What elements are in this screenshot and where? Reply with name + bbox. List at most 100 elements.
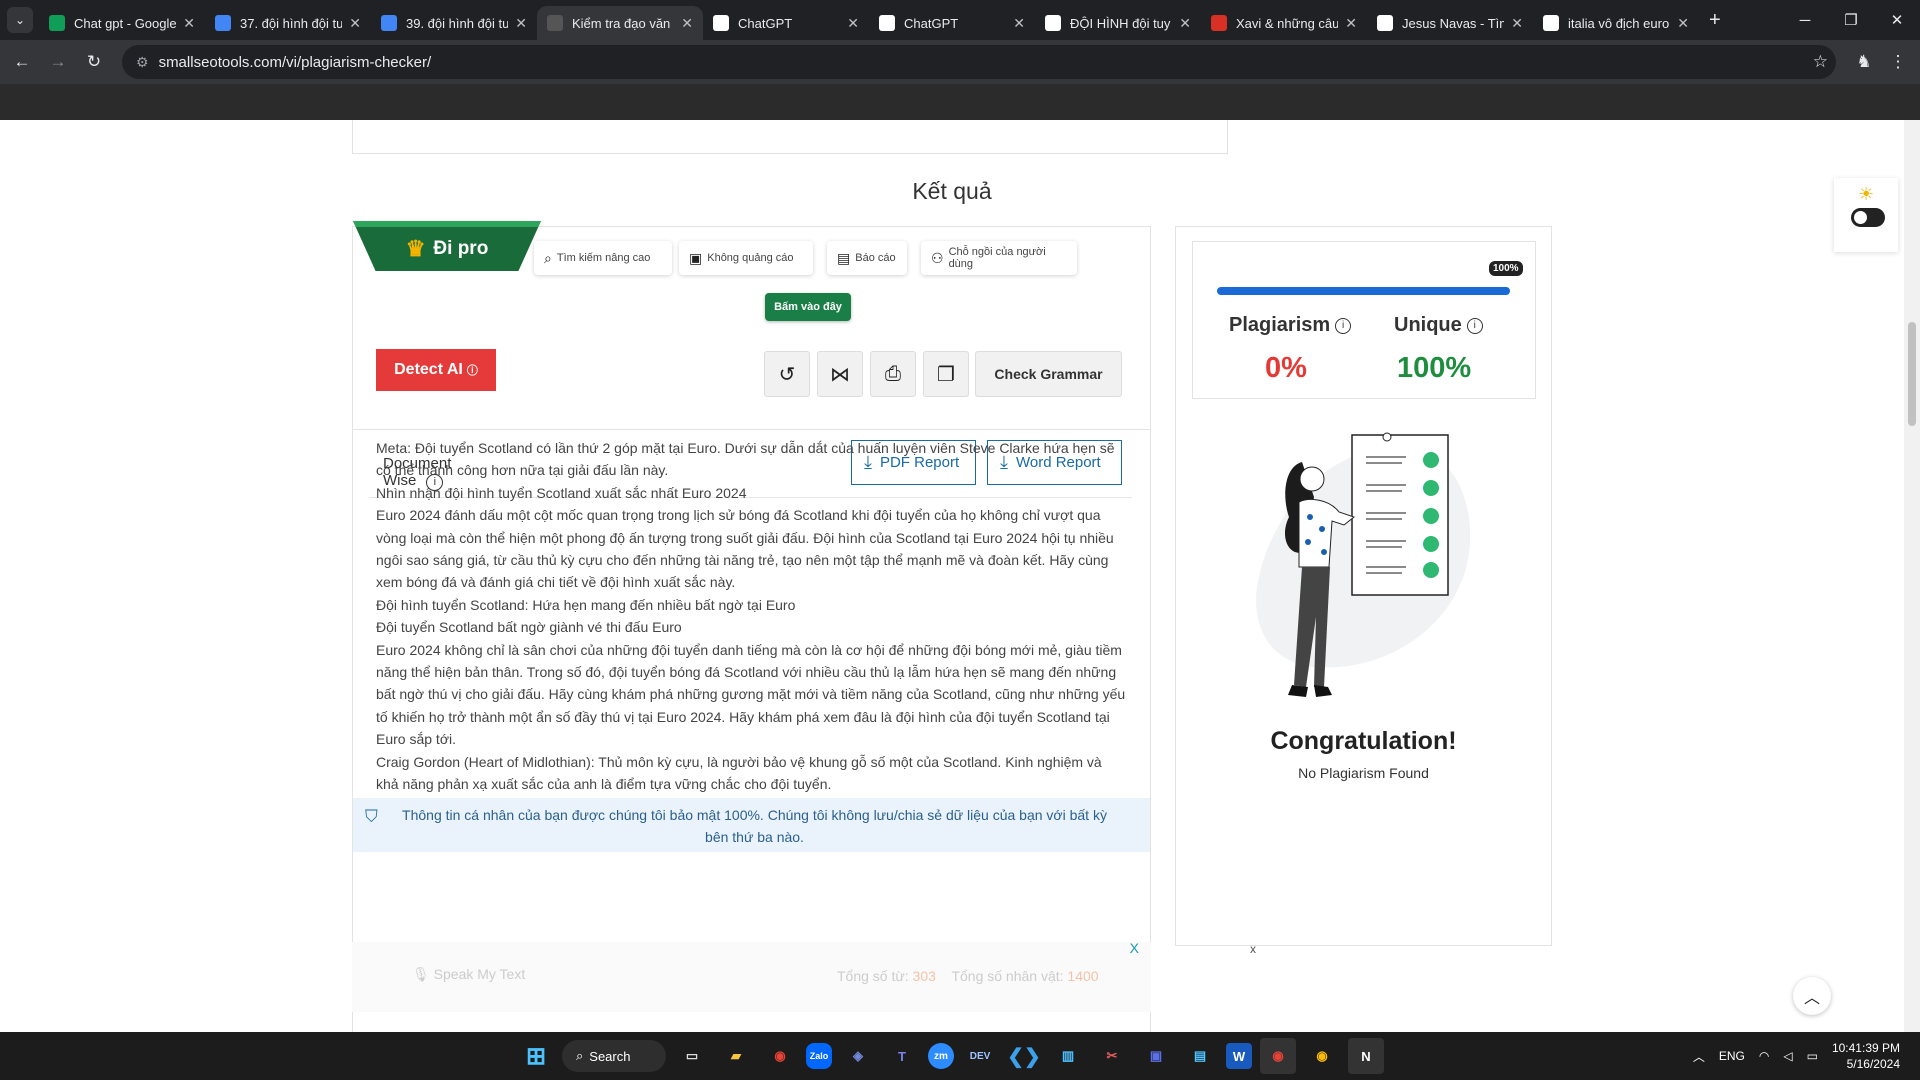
reload-button[interactable]: ↻ xyxy=(76,44,112,80)
windows-start-icon[interactable]: ⊞ xyxy=(518,1038,554,1074)
text-counts: Tổng số từ: 303 Tổng số nhân vật: 1400 xyxy=(837,968,1099,984)
privacy-text: Thông tin cá nhân của bạn được chúng tôi… xyxy=(402,807,1107,845)
close-tab-icon[interactable]: ✕ xyxy=(1345,15,1357,32)
chrome-active-icon[interactable]: ◉ xyxy=(1260,1038,1296,1074)
close-tab-icon[interactable]: ✕ xyxy=(1013,15,1025,32)
info-icon[interactable]: i xyxy=(1466,318,1483,334)
dark-mode-toggle[interactable] xyxy=(1851,208,1885,227)
forward-button[interactable]: → xyxy=(40,44,76,80)
site-info-icon[interactable]: ⚙ xyxy=(136,54,149,71)
sheets-icon xyxy=(49,15,65,31)
address-bar[interactable]: ⚙ smallseotools.com/vi/plagiarism-checke… xyxy=(122,45,1836,79)
click-here-button[interactable]: Bấm vào đây xyxy=(765,293,851,321)
volume-icon[interactable]: ◁ xyxy=(1783,1049,1792,1063)
chrome-icon[interactable]: ◉ xyxy=(762,1038,798,1074)
notepad-icon[interactable]: ▤ xyxy=(1182,1038,1218,1074)
tab-title: Kiểm tra đạo văn xyxy=(572,15,671,31)
go-pro-banner[interactable]: ♛ Đi pro xyxy=(353,221,541,271)
tab-title: ChatGPT xyxy=(904,15,959,31)
minimize-button[interactable]: ─ xyxy=(1782,0,1828,40)
docs-icon xyxy=(215,15,231,31)
zoom-icon[interactable]: zm xyxy=(928,1043,954,1069)
page-scrollbar[interactable] xyxy=(1904,120,1920,1032)
chevron-up-icon[interactable]: ︿ xyxy=(1693,1048,1705,1065)
shield-check-icon: ⛉ xyxy=(365,807,378,826)
browser-tab[interactable]: italia vô địch euro ✕ xyxy=(1533,6,1699,40)
battery-icon[interactable]: ▭ xyxy=(1807,1049,1818,1063)
snipping-icon[interactable]: ✂ xyxy=(1094,1038,1130,1074)
restore-button[interactable]: ❐ xyxy=(1828,0,1874,40)
taskbar-search[interactable]: ⌕ Search xyxy=(562,1040,666,1072)
extensions-icon[interactable]: ♞ xyxy=(1846,44,1882,80)
openai-icon xyxy=(713,15,729,31)
close-window-button[interactable]: ✕ xyxy=(1874,0,1920,40)
print-button[interactable]: ⎙ xyxy=(870,351,916,397)
browser-tab[interactable]: ĐỘI HÌNH đội tuy ✕ xyxy=(1035,6,1201,40)
browser-tab[interactable]: ChatGPT ✕ xyxy=(703,6,869,40)
feature-reports: ▤ Báo cáo xyxy=(827,241,907,275)
close-tab-icon[interactable]: ✕ xyxy=(349,15,361,32)
browser-tab[interactable]: Jesus Navas - Tìm ✕ xyxy=(1367,6,1533,40)
chrome-profile-icon[interactable]: ◉ xyxy=(1304,1038,1340,1074)
detect-ai-button[interactable]: Detect AI ⓘ xyxy=(376,349,496,391)
close-tab-icon[interactable]: ✕ xyxy=(847,15,859,32)
print-icon: ⎙ xyxy=(885,362,901,385)
tab-title: Xavi & những câu xyxy=(1236,15,1338,31)
close-tab-icon[interactable]: ✕ xyxy=(1677,15,1689,32)
scrollbar-thumb[interactable] xyxy=(1908,322,1916,426)
browser-tab[interactable]: 39. đội hình đội tu ✕ xyxy=(371,6,537,40)
language-indicator[interactable]: ENG xyxy=(1719,1049,1745,1063)
bookmark-star-icon[interactable]: ☆ xyxy=(1813,52,1828,72)
share-button[interactable]: ⋈ xyxy=(817,351,863,397)
discord-icon[interactable]: ◈ xyxy=(840,1038,876,1074)
vscode-icon[interactable]: ❮❯ xyxy=(1006,1038,1042,1074)
progress-label: 100% xyxy=(1489,261,1523,276)
browser-tab[interactable]: ChatGPT ✕ xyxy=(869,6,1035,40)
checklist-illustration xyxy=(1256,432,1471,697)
close-tab-icon[interactable]: ✕ xyxy=(1179,15,1191,32)
feature-label: Không quảng cáo xyxy=(707,252,794,264)
chrome-menu-icon[interactable]: ⋮ xyxy=(1880,44,1916,80)
speak-my-text[interactable]: 🎙 Speak My Text xyxy=(412,966,525,983)
notion-icon[interactable]: N xyxy=(1348,1038,1384,1074)
word-icon[interactable]: W xyxy=(1226,1043,1252,1069)
browser-toolbar: ← → ↻ ⚙ smallseotools.com/vi/plagiarism-… xyxy=(0,40,1920,84)
close-tab-icon[interactable]: ✕ xyxy=(681,15,693,32)
text-line: Euro 2024 đánh dấu một cột mốc quan trọn… xyxy=(376,507,1114,591)
info-icon[interactable]: i xyxy=(1335,318,1352,334)
teams-work-icon[interactable]: ▣ xyxy=(1138,1038,1174,1074)
close-tab-icon[interactable]: ✕ xyxy=(1511,15,1523,32)
progress-bar-fill xyxy=(1217,287,1510,295)
scroll-to-top-button[interactable]: ︿ xyxy=(1793,977,1831,1015)
char-count-label: Tổng số nhân vật: xyxy=(951,968,1064,984)
ad-close-button[interactable]: X xyxy=(1130,940,1139,956)
new-tab-button[interactable]: + xyxy=(1709,9,1721,32)
tab-search-button[interactable]: ⌄ xyxy=(7,7,33,33)
wifi-icon[interactable]: ◠ xyxy=(1759,1049,1769,1063)
back-button[interactable]: ← xyxy=(4,44,40,80)
close-tab-icon[interactable]: ✕ xyxy=(515,15,527,32)
browser-tab[interactable]: 37. đội hình đội tu ✕ xyxy=(205,6,371,40)
teams-icon[interactable]: T xyxy=(884,1038,920,1074)
refresh-icon: ↺ xyxy=(778,363,796,386)
ad-overlay: X 🎙 Speak My Text Tổng số từ: 303 Tổng s… xyxy=(352,940,1151,1012)
system-tray: ︿ ENG ◠ ◁ ▭ 10:41:39 PM 5/16/2024 xyxy=(1693,1032,1900,1080)
bookmark-icon xyxy=(1211,15,1227,31)
clock[interactable]: 10:41:39 PM 5/16/2024 xyxy=(1832,1040,1900,1072)
reload-result-button[interactable]: ↺ xyxy=(764,351,810,397)
browser-tab[interactable]: Kiểm tra đạo văn ✕ xyxy=(537,6,703,40)
store-icon[interactable]: ▥ xyxy=(1050,1038,1086,1074)
browser-tab[interactable]: Chat gpt - Google ✕ xyxy=(39,6,205,40)
file-explorer-icon[interactable]: ▰ xyxy=(718,1038,754,1074)
zalo-icon[interactable]: Zalo xyxy=(806,1043,832,1069)
plagiarism-value: 0% xyxy=(1265,352,1307,384)
theme-toggle-panel: ☀ xyxy=(1834,178,1898,252)
word-count-label: Tổng số từ: xyxy=(837,968,909,984)
task-view-icon[interactable]: ▭ xyxy=(674,1038,710,1074)
check-grammar-button[interactable]: Check Grammar xyxy=(975,351,1122,397)
devtools-icon[interactable]: DEV xyxy=(962,1038,998,1074)
close-tab-icon[interactable]: ✕ xyxy=(183,15,195,32)
feature-label: Báo cáo xyxy=(855,252,896,264)
browser-tab[interactable]: Xavi & những câu ✕ xyxy=(1201,6,1367,40)
copy-button[interactable]: ❐ xyxy=(923,351,969,397)
